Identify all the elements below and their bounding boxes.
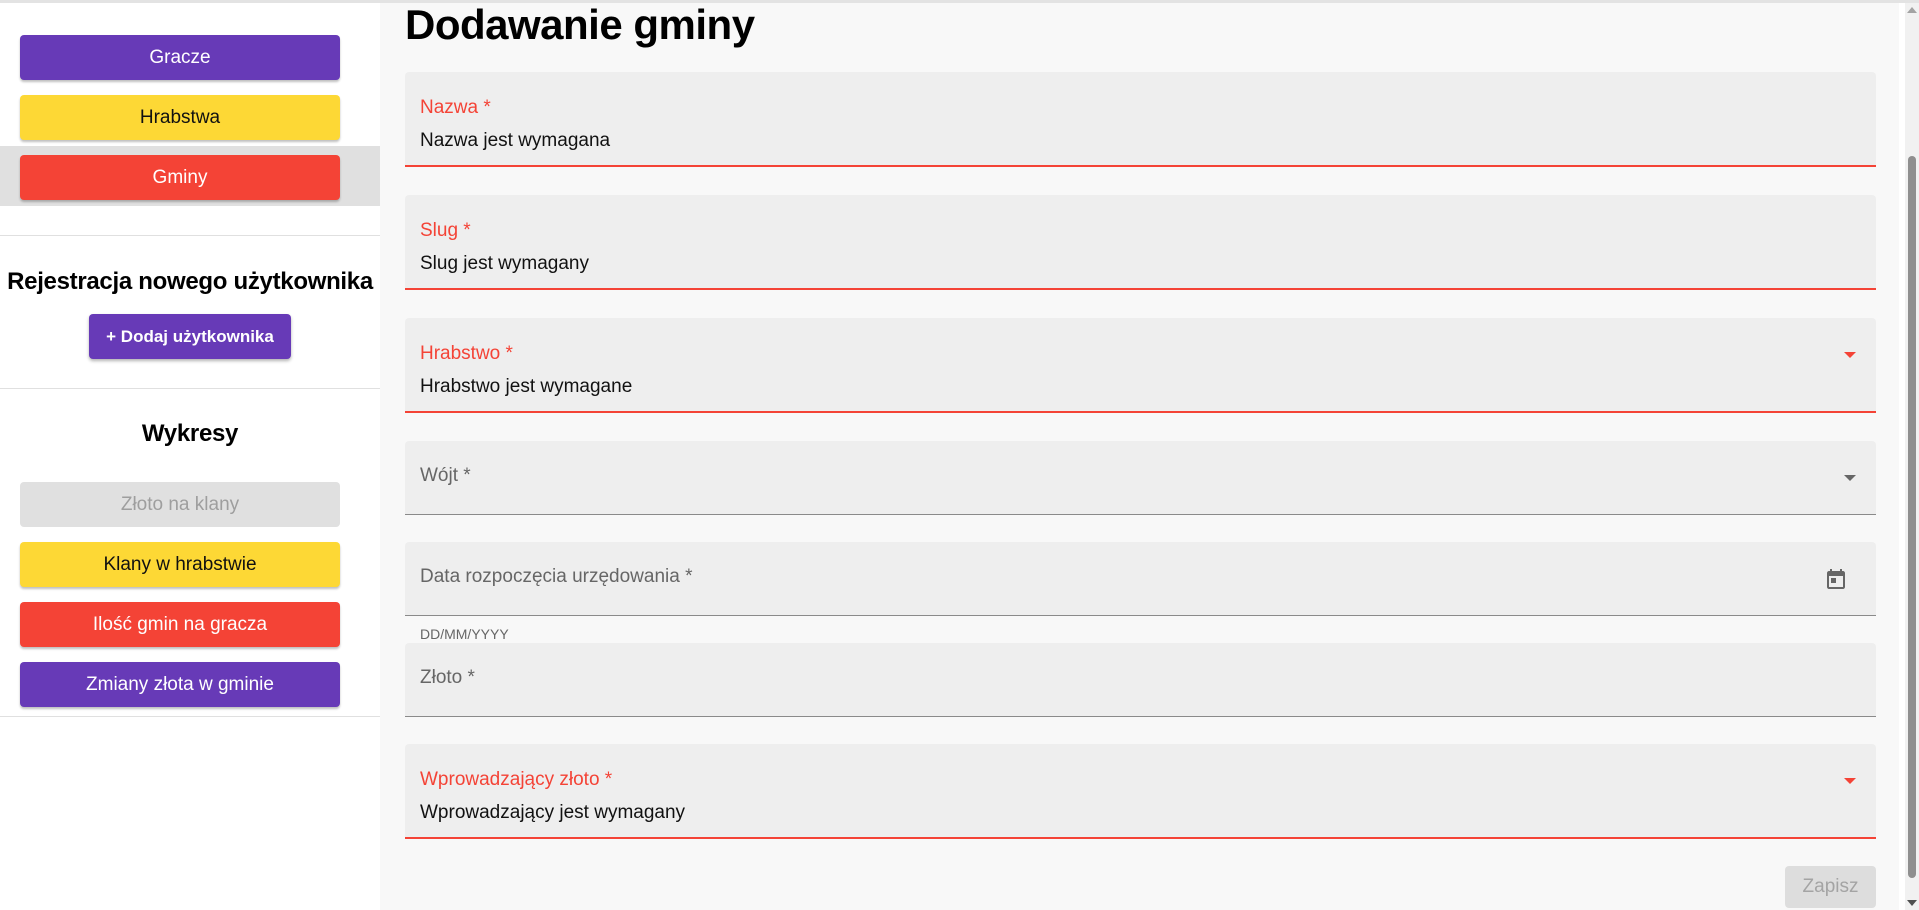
date-format-hint: DD/MM/YYYY: [420, 626, 509, 642]
page-title: Dodawanie gminy: [405, 1, 755, 48]
scroll-thumb[interactable]: [1908, 156, 1916, 878]
start-date-field[interactable]: Data rozpoczęcia urzędowania *: [405, 542, 1876, 616]
dropdown-arrow-icon[interactable]: [1844, 778, 1856, 784]
dropdown-arrow-icon[interactable]: [1844, 352, 1856, 358]
wojt-label: Wójt *: [420, 465, 471, 486]
nav-item-hrabstwa-wrap: Hrabstwa: [0, 88, 380, 148]
gold-label: Złoto *: [420, 667, 475, 688]
main-content: Dodawanie gminy Nazwa * Nazwa jest wymag…: [380, 1, 1899, 910]
nav-item-gminy-wrap: Gminy: [0, 146, 380, 206]
register-section-title: Rejestracja nowego użytkownika: [7, 268, 373, 295]
sidebar: Gracze Hrabstwa Gminy Rejestracja nowego…: [0, 3, 380, 910]
slug-error: Slug jest wymagany: [420, 253, 589, 274]
chart-gold-per-clan-button[interactable]: Złoto na klany: [20, 482, 340, 527]
sidebar-divider: [0, 235, 380, 236]
nav-gracze-button[interactable]: Gracze: [20, 35, 340, 80]
hrabstwo-label: Hrabstwo *: [420, 343, 513, 364]
start-date-label: Data rozpoczęcia urzędowania *: [420, 566, 693, 587]
slug-label: Slug *: [420, 220, 471, 241]
nav-hrabstwa-button[interactable]: Hrabstwa: [20, 95, 340, 140]
chart-municipalities-per-player-button[interactable]: Ilość gmin na gracza: [20, 602, 340, 647]
gold-introducer-select[interactable]: Wprowadzający złoto * Wprowadzający jest…: [405, 744, 1876, 839]
hrabstwo-select[interactable]: Hrabstwo * Hrabstwo jest wymagane: [405, 318, 1876, 413]
nazwa-error: Nazwa jest wymagana: [420, 130, 611, 151]
calendar-icon[interactable]: [1824, 567, 1848, 591]
gold-field[interactable]: Złoto *: [405, 643, 1876, 717]
hrabstwo-error: Hrabstwo jest wymagane: [420, 376, 633, 397]
sidebar-divider: [0, 388, 380, 389]
scrollbar[interactable]: [1905, 3, 1919, 910]
nazwa-field[interactable]: Nazwa * Nazwa jest wymagana: [405, 72, 1876, 167]
gold-introducer-label: Wprowadzający złoto *: [420, 769, 613, 790]
sidebar-divider: [0, 716, 380, 717]
dropdown-arrow-icon[interactable]: [1844, 475, 1856, 481]
add-user-button[interactable]: + Dodaj użytkownika: [89, 314, 291, 359]
scroll-down-arrow-icon[interactable]: [1907, 900, 1917, 906]
chart-clans-in-county-button[interactable]: Klany w hrabstwie: [20, 542, 340, 587]
charts-section-title: Wykresy: [141, 420, 239, 447]
nazwa-label: Nazwa *: [420, 97, 491, 118]
nav-gminy-button[interactable]: Gminy: [20, 155, 340, 200]
scroll-up-arrow-icon[interactable]: [1907, 7, 1917, 13]
wojt-select[interactable]: Wójt *: [405, 441, 1876, 515]
slug-field[interactable]: Slug * Slug jest wymagany: [405, 195, 1876, 290]
nav-item-gracze-wrap: Gracze: [0, 28, 380, 88]
gold-introducer-error: Wprowadzający jest wymagany: [420, 802, 686, 823]
save-button[interactable]: Zapisz: [1785, 866, 1876, 908]
chart-gold-changes-button[interactable]: Zmiany złota w gminie: [20, 662, 340, 707]
